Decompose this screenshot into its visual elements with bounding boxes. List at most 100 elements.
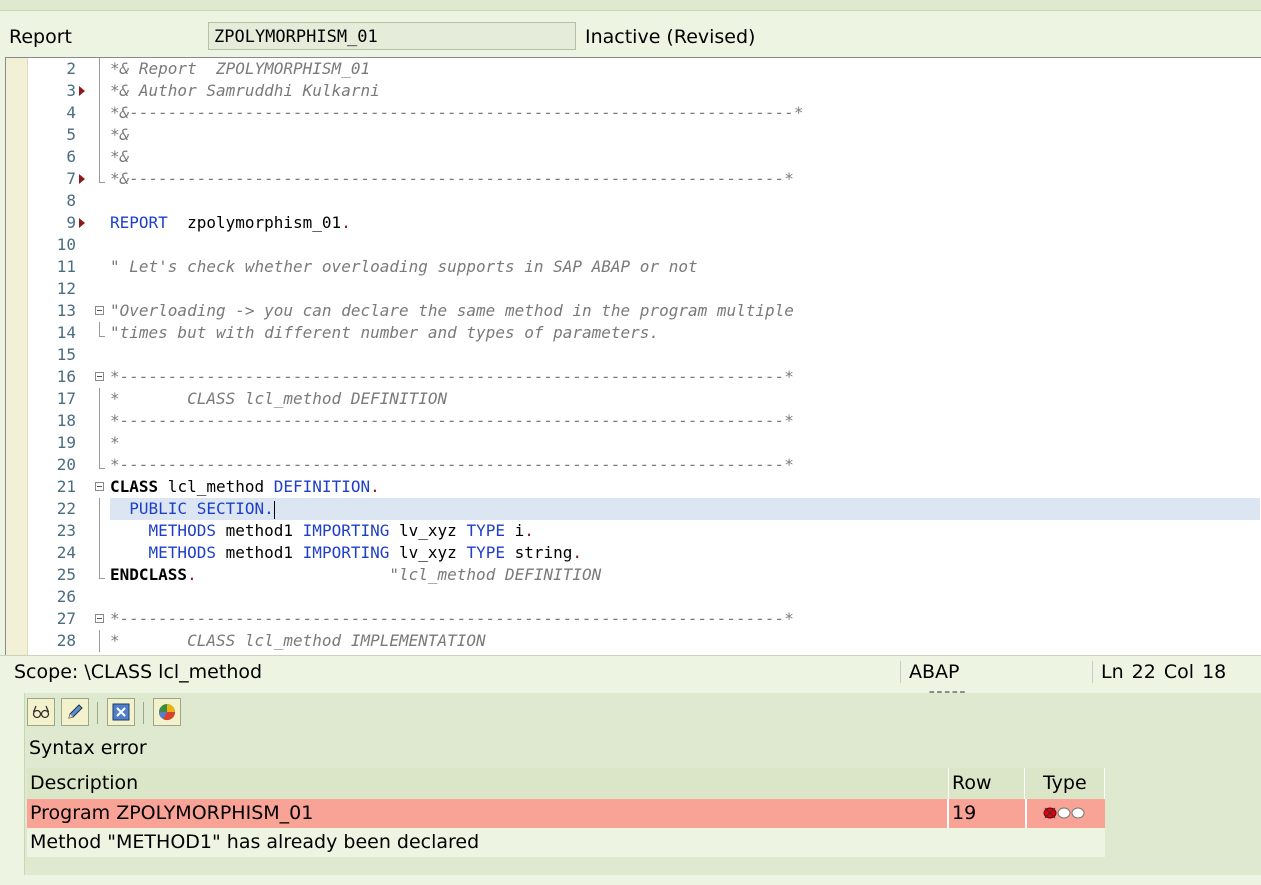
code-line[interactable]: 25 ENDCLASS. "lcl_method DEFINITION (6, 564, 1261, 586)
pie-chart-icon[interactable] (153, 698, 181, 726)
code-line[interactable]: 16 *-------------------------------------… (6, 366, 1261, 388)
fold-guide (99, 124, 100, 146)
error-program-row[interactable]: Program ZPOLYMORPHISM_01 19 (27, 799, 1105, 828)
code-token: *---------------------------------------… (110, 411, 794, 430)
code-text[interactable]: *&--------------------------------------… (110, 168, 1260, 190)
code-text[interactable] (110, 586, 1260, 608)
code-line[interactable]: 28 * CLASS lcl_method IMPLEMENTATION (6, 630, 1261, 652)
code-line[interactable]: 6 *& (6, 146, 1261, 168)
code-token: * CLASS lcl_method DEFINITION (110, 389, 448, 408)
code-text[interactable]: METHODS method1 IMPORTING lv_xyz TYPE i. (110, 520, 1260, 542)
code-text[interactable] (110, 344, 1260, 366)
code-line[interactable]: 8 (6, 190, 1261, 212)
code-text[interactable]: CLASS lcl_method DEFINITION. (110, 476, 1260, 498)
code-text[interactable]: *---------------------------------------… (110, 608, 1260, 630)
code-token: i (504, 521, 525, 540)
code-token: string (504, 543, 573, 562)
code-line[interactable]: 21 CLASS lcl_method DEFINITION. (6, 476, 1261, 498)
code-token: TYPE (466, 521, 505, 540)
code-text[interactable]: *---------------------------------------… (110, 366, 1260, 388)
breakpoint-marker-icon[interactable] (79, 174, 85, 184)
code-line[interactable]: 27 *-------------------------------------… (6, 608, 1261, 630)
code-line[interactable]: 19 * (6, 432, 1261, 454)
code-text[interactable]: * (110, 432, 1260, 454)
glasses-icon[interactable] (27, 698, 55, 726)
code-text[interactable]: *& (110, 124, 1260, 146)
code-line[interactable]: 7 *&-------------------------------------… (6, 168, 1261, 190)
code-text[interactable]: *& Author Samruddhi Kulkarni (110, 80, 1260, 102)
column-row[interactable]: Row (949, 768, 1025, 799)
code-line[interactable]: 2 *& Report ZPOLYMORPHISM_01 (6, 58, 1261, 80)
line-number: 7 (66, 169, 76, 188)
line-number: 16 (56, 367, 76, 386)
code-editor[interactable]: 2 *& Report ZPOLYMORPHISM_01 3 *& Author Sa… (5, 57, 1261, 655)
fold-toggle-icon[interactable] (95, 614, 104, 623)
line-number: 19 (56, 433, 76, 452)
code-text[interactable]: METHODS method1 IMPORTING lv_xyz TYPE st… (110, 542, 1260, 564)
code-text[interactable]: ENDCLASS. "lcl_method DEFINITION (110, 564, 1260, 586)
fold-toggle-icon[interactable] (95, 306, 104, 315)
cursor-position: Ln 22 Col 18 (1101, 661, 1227, 683)
breakpoint-marker-icon[interactable] (79, 86, 85, 96)
breakpoint-marker-icon[interactable] (79, 218, 85, 228)
line-number: 23 (56, 521, 76, 540)
code-text[interactable] (110, 190, 1260, 212)
code-text[interactable]: *&--------------------------------------… (110, 102, 1260, 124)
fold-guide (99, 410, 100, 432)
pencil-icon[interactable] (61, 698, 89, 726)
fold-guide (99, 80, 100, 102)
code-line[interactable]: 15 (6, 344, 1261, 366)
line-number: 8 (66, 191, 76, 210)
code-line[interactable]: 10 (6, 234, 1261, 256)
code-text[interactable]: * CLASS lcl_method DEFINITION (110, 388, 1260, 410)
code-line[interactable]: 26 (6, 586, 1261, 608)
code-text[interactable]: *---------------------------------------… (110, 454, 1260, 476)
code-text[interactable]: PUBLIC SECTION. (110, 498, 1260, 520)
code-line[interactable]: 17 * CLASS lcl_method DEFINITION (6, 388, 1261, 410)
fold-toggle-icon[interactable] (95, 482, 104, 491)
code-line[interactable]: 4 *&-------------------------------------… (6, 102, 1261, 124)
code-line[interactable]: 11 " Let's check whether overloading supp… (6, 256, 1261, 278)
code-line[interactable]: 14 "times but with different number and t… (6, 322, 1261, 344)
code-text[interactable]: "times but with different number and typ… (110, 322, 1260, 344)
code-token: *---------------------------------------… (110, 609, 794, 628)
close-box-icon[interactable] (107, 698, 135, 726)
code-text[interactable]: REPORT zpolymorphism_01. (110, 212, 1260, 234)
code-text[interactable]: *---------------------------------------… (110, 410, 1260, 432)
fold-guide (99, 630, 100, 652)
code-text[interactable]: * CLASS lcl_method IMPLEMENTATION (110, 630, 1260, 652)
column-description[interactable]: Description (27, 768, 949, 799)
column-type[interactable]: Type (1025, 768, 1105, 799)
code-line[interactable]: 3 *& Author Samruddhi Kulkarni (6, 80, 1261, 102)
line-number: 5 (66, 125, 76, 144)
code-text[interactable]: *& (110, 146, 1260, 168)
code-line[interactable]: 22 PUBLIC SECTION. (6, 498, 1261, 520)
code-text[interactable] (110, 278, 1260, 300)
code-line[interactable]: 9 REPORT zpolymorphism_01. (6, 212, 1261, 234)
code-token: lv_xyz (389, 521, 467, 540)
line-number: 20 (56, 455, 76, 474)
code-text[interactable]: "Overloading -> you can declare the same… (110, 300, 1260, 322)
code-line[interactable]: 20 *-------------------------------------… (6, 454, 1261, 476)
code-text[interactable] (110, 234, 1260, 256)
program-name-field[interactable]: ZPOLYMORPHISM_01 (208, 22, 576, 50)
report-label: Report (9, 26, 72, 48)
code-line[interactable]: 12 (6, 278, 1261, 300)
scope-indicator: Scope: \CLASS lcl_method (14, 661, 263, 683)
code-token: METHODS (110, 521, 216, 540)
fold-toggle-icon[interactable] (95, 372, 104, 381)
code-line[interactable]: 24 METHODS method1 IMPORTING lv_xyz TYPE… (6, 542, 1261, 564)
line-number: 26 (56, 587, 76, 606)
error-message-row[interactable]: Method "METHOD1" has already been declar… (27, 828, 1105, 857)
fold-guide (99, 102, 100, 124)
code-line[interactable]: 13 "Overloading -> you can declare the sa… (6, 300, 1261, 322)
code-line[interactable]: 23 METHODS method1 IMPORTING lv_xyz TYPE… (6, 520, 1261, 542)
row-number-cell: 19 (947, 799, 1025, 828)
code-line[interactable]: 5 *& (6, 124, 1261, 146)
line-number: 15 (56, 345, 76, 364)
code-line[interactable]: 18 *-------------------------------------… (6, 410, 1261, 432)
toolbar-separator (97, 702, 98, 724)
code-text[interactable]: " Let's check whether overloading suppor… (110, 256, 1260, 278)
code-text[interactable]: *& Report ZPOLYMORPHISM_01 (110, 58, 1260, 80)
code-token: * (110, 433, 120, 452)
